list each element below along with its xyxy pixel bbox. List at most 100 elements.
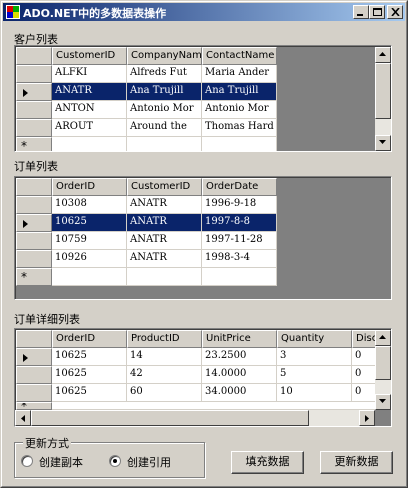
table-cell[interactable]: ANATR — [127, 214, 202, 232]
table-cell[interactable]: 10625 — [52, 348, 127, 366]
column-header[interactable]: UnitPrice — [202, 330, 277, 348]
table-cell[interactable]: 10759 — [52, 232, 127, 250]
details-vscroll[interactable] — [375, 330, 391, 410]
scroll-down-button[interactable] — [375, 394, 391, 410]
table-cell[interactable]: 14.0000 — [202, 366, 277, 384]
update-mode-group: 更新方式 创建副本 创建引用 — [14, 435, 205, 478]
table-cell[interactable]: 34.0000 — [202, 384, 277, 402]
scroll-up-button[interactable] — [375, 47, 391, 63]
table-cell[interactable]: AROUT — [52, 119, 127, 137]
table-cell[interactable]: 10625 — [52, 366, 127, 384]
minimize-button[interactable] — [353, 5, 369, 19]
table-cell[interactable] — [202, 137, 277, 151]
minimize-icon — [357, 14, 363, 16]
row-header[interactable] — [16, 196, 52, 214]
column-header[interactable]: Disc — [352, 330, 376, 348]
maximize-button[interactable] — [369, 5, 385, 19]
column-header[interactable]: OrderID — [52, 178, 127, 196]
table-cell[interactable]: 5 — [277, 366, 352, 384]
scroll-thumb[interactable] — [31, 410, 309, 426]
table-cell[interactable]: 10625 — [52, 214, 127, 232]
scroll-left-button[interactable] — [15, 410, 31, 426]
table-cell[interactable]: 14 — [127, 348, 202, 366]
table-cell[interactable]: 10625 — [52, 384, 127, 402]
column-header[interactable]: Quantity — [277, 330, 352, 348]
scroll-right-button[interactable] — [359, 410, 375, 426]
table-cell[interactable]: 23.2500 — [202, 348, 277, 366]
table-cell[interactable]: Antonio Mor — [127, 101, 202, 119]
table-cell[interactable]: 1997-11-28 — [202, 232, 277, 250]
table-cell[interactable] — [127, 268, 202, 286]
details-hscroll[interactable] — [15, 410, 375, 426]
new-row-header[interactable]: * — [16, 402, 52, 410]
new-row-marker: * — [21, 270, 27, 284]
radio-label: 创建副本 — [39, 456, 83, 469]
column-header[interactable]: OrderID — [52, 330, 127, 348]
table-cell[interactable]: 1998-3-4 — [202, 250, 277, 268]
table-cell[interactable]: 1997-8-8 — [202, 214, 277, 232]
row-header[interactable] — [16, 366, 52, 384]
table-cell[interactable]: Antonio Mor — [202, 101, 277, 119]
orders-grid[interactable]: OrderID CustomerID OrderDate 10308 ANATR… — [14, 176, 392, 300]
update-data-button[interactable]: 更新数据 — [320, 451, 393, 474]
customers-grid[interactable]: CustomerID CompanyName ContactName ALFKI… — [14, 45, 392, 152]
row-header[interactable] — [16, 83, 52, 101]
table-cell[interactable]: 0 — [352, 366, 376, 384]
table-cell[interactable]: 10 — [277, 384, 352, 402]
new-row-header[interactable]: * — [16, 137, 52, 151]
scroll-thumb[interactable] — [375, 63, 391, 119]
table-cell[interactable]: ANTON — [52, 101, 127, 119]
arrow-left-icon — [21, 415, 25, 422]
column-header[interactable]: CustomerID — [127, 178, 202, 196]
radio-circle[interactable] — [21, 455, 33, 467]
fill-data-button[interactable]: 填充数据 — [231, 451, 304, 474]
table-cell[interactable] — [52, 268, 127, 286]
new-row-header[interactable]: * — [16, 268, 52, 286]
table-cell[interactable]: Around the — [127, 119, 202, 137]
table-cell[interactable] — [52, 402, 376, 410]
table-cell[interactable]: Alfreds Fut — [127, 65, 202, 83]
row-header[interactable] — [16, 101, 52, 119]
row-header[interactable] — [16, 384, 52, 402]
table-cell[interactable]: 1996-9-18 — [202, 196, 277, 214]
title-bar[interactable]: ADO.NET中的多数据表操作 — [3, 3, 405, 21]
table-cell[interactable]: ANATR — [52, 83, 127, 101]
radio-circle[interactable] — [109, 455, 121, 467]
table-cell[interactable]: 60 — [127, 384, 202, 402]
row-header[interactable] — [16, 214, 52, 232]
scroll-thumb[interactable] — [375, 346, 391, 380]
scroll-down-button[interactable] — [375, 135, 391, 151]
row-header[interactable] — [16, 232, 52, 250]
column-header[interactable]: CompanyName — [127, 47, 202, 65]
table-cell[interactable]: ANATR — [127, 196, 202, 214]
table-cell[interactable]: 10926 — [52, 250, 127, 268]
table-cell[interactable]: Thomas Hard — [202, 119, 277, 137]
row-header[interactable] — [16, 119, 52, 137]
details-grid[interactable]: OrderID ProductID UnitPrice Quantity Dis… — [14, 328, 392, 427]
table-cell[interactable]: Ana Trujill — [202, 83, 277, 101]
table-cell[interactable]: 0 — [352, 348, 376, 366]
table-cell[interactable]: Maria Ander — [202, 65, 277, 83]
table-cell[interactable] — [202, 268, 277, 286]
table-cell[interactable]: ANATR — [127, 250, 202, 268]
column-header[interactable]: ProductID — [127, 330, 202, 348]
table-cell[interactable]: Ana Trujill — [127, 83, 202, 101]
column-header[interactable]: OrderDate — [202, 178, 277, 196]
table-cell[interactable]: ANATR — [127, 232, 202, 250]
table-cell[interactable] — [52, 137, 127, 151]
column-header[interactable]: ContactName — [202, 47, 277, 65]
row-header[interactable] — [16, 65, 52, 83]
table-cell[interactable]: ALFKI — [52, 65, 127, 83]
close-button[interactable] — [387, 5, 403, 19]
table-cell[interactable]: 0 — [352, 384, 376, 402]
table-cell[interactable] — [127, 137, 202, 151]
row-header[interactable] — [16, 348, 52, 366]
customers-vscroll[interactable] — [375, 47, 391, 151]
table-cell[interactable]: 10308 — [52, 196, 127, 214]
column-header[interactable]: CustomerID — [52, 47, 127, 65]
row-pointer-icon — [23, 89, 28, 97]
table-cell[interactable]: 42 — [127, 366, 202, 384]
row-header[interactable] — [16, 250, 52, 268]
table-cell[interactable]: 3 — [277, 348, 352, 366]
scroll-up-button[interactable] — [375, 330, 391, 346]
